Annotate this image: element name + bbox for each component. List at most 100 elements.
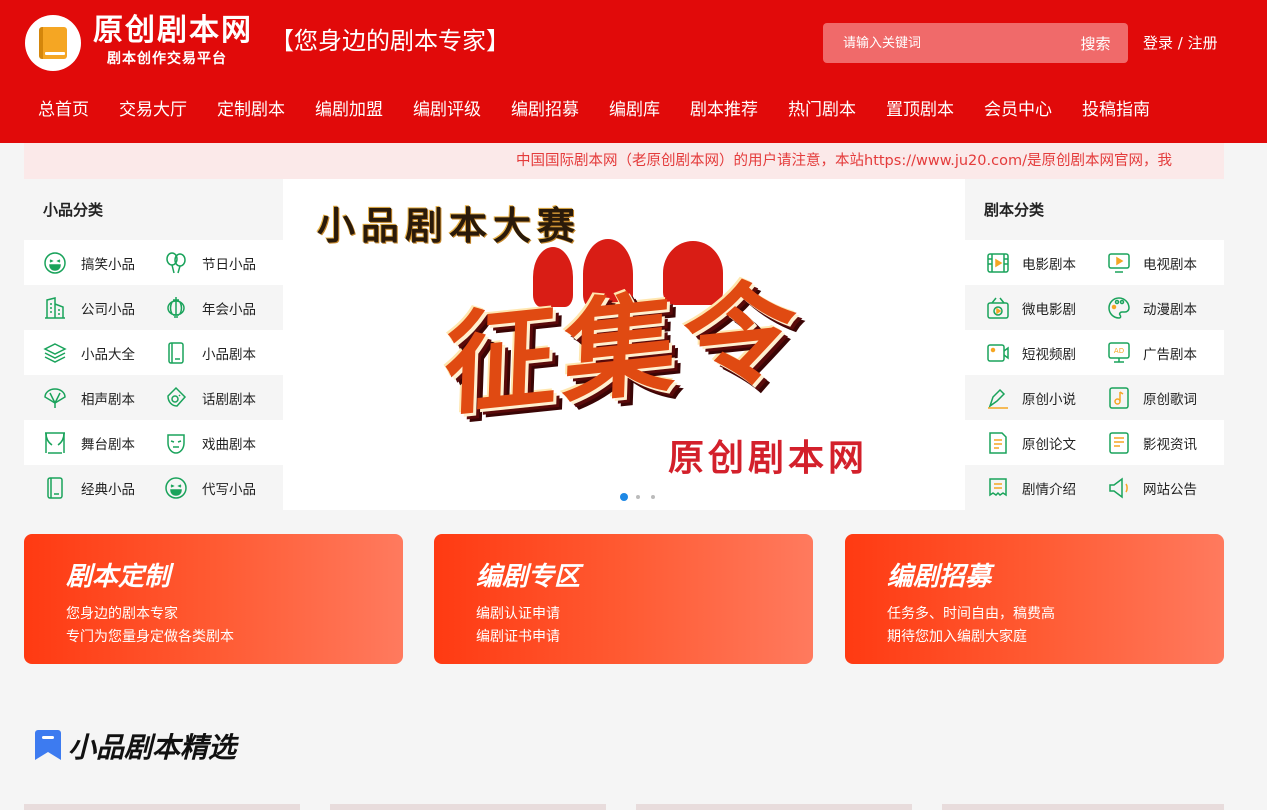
card-title: 编剧招募 <box>887 562 992 592</box>
category-short-video[interactable]: 短视频剧 <box>965 330 1086 375</box>
category-company-skit[interactable]: 公司小品 <box>24 285 145 330</box>
video-camera-icon <box>987 343 1009 362</box>
category-animation-script[interactable]: 动漫剧本 <box>1086 285 1207 330</box>
category-label: 短视频剧 <box>1022 346 1076 363</box>
nav-item-writer-library[interactable]: 编剧库 <box>594 92 675 128</box>
category-tv-script[interactable]: 电视剧本 <box>1086 240 1207 285</box>
category-label: 动漫剧本 <box>1143 301 1197 318</box>
notice-bar: 中国国际剧本网（老原创剧本网）的用户请注意，本站https://www.ju20… <box>24 143 1224 179</box>
login-link[interactable]: 登录 <box>1143 34 1173 52</box>
category-label: 话剧剧本 <box>202 391 256 408</box>
lantern-icon <box>167 296 185 318</box>
palette-icon <box>1108 296 1130 319</box>
category-label: 原创歌词 <box>1143 391 1197 408</box>
script-category-panel: 剧本分类 电影剧本 电视剧本 微电影剧 动漫剧本 短视频剧 AD 广告剧本 原创… <box>965 179 1224 510</box>
auth-separator: / <box>1177 34 1183 52</box>
panel-title: 剧本分类 <box>965 179 1224 240</box>
card-line: 您身边的剧本专家 <box>66 606 178 622</box>
nav-item-hot-scripts[interactable]: 热门剧本 <box>773 92 871 128</box>
category-ghostwrite-skit[interactable]: 代写小品 <box>145 465 266 510</box>
grin-face-icon <box>165 476 187 499</box>
projector-icon <box>987 297 1009 319</box>
carousel-dot[interactable] <box>651 495 655 499</box>
nav-item-trade-hall[interactable]: 交易大厅 <box>104 92 202 128</box>
building-icon <box>45 296 65 319</box>
category-label: 舞台剧本 <box>81 436 135 453</box>
search-input[interactable] <box>823 23 1063 63</box>
stage-curtain-icon <box>45 431 65 454</box>
nav-item-writer-recruit[interactable]: 编剧招募 <box>496 92 594 128</box>
category-label: 原创小说 <box>1022 391 1076 408</box>
tv-icon <box>1108 252 1130 273</box>
category-classic-skit[interactable]: 经典小品 <box>24 465 145 510</box>
card-line: 期待您加入编剧大家庭 <box>887 629 1027 645</box>
category-crosstalk-script[interactable]: 相声剧本 <box>24 375 145 420</box>
category-film-script[interactable]: 电影剧本 <box>965 240 1086 285</box>
category-label: 戏曲剧本 <box>202 436 256 453</box>
book-icon <box>168 341 184 364</box>
category-film-news[interactable]: 影视资讯 <box>1086 420 1207 465</box>
category-label: 公司小品 <box>81 301 135 318</box>
nav-item-custom-script[interactable]: 定制剧本 <box>202 92 300 128</box>
promo-card-writer-recruit[interactable]: 编剧招募 任务多、时间自由，稿费高 期待您加入编剧大家庭 <box>845 534 1224 664</box>
megaphone-icon <box>1109 477 1128 498</box>
category-opera-script[interactable]: 戏曲剧本 <box>145 420 266 465</box>
category-annual-party-skit[interactable]: 年会小品 <box>145 285 266 330</box>
nav-item-pinned-scripts[interactable]: 置顶剧本 <box>871 92 969 128</box>
laugh-face-icon <box>44 251 66 274</box>
bookmark-icon <box>35 730 61 760</box>
category-site-announcement[interactable]: 网站公告 <box>1086 465 1207 510</box>
category-label: 微电影剧 <box>1022 301 1076 318</box>
nav-item-member-center[interactable]: 会员中心 <box>969 92 1067 128</box>
register-link[interactable]: 注册 <box>1188 34 1218 52</box>
category-festival-skit[interactable]: 节日小品 <box>145 240 266 285</box>
content-card-edge <box>636 804 912 810</box>
panel-title: 小品分类 <box>24 179 283 240</box>
category-label: 广告剧本 <box>1143 346 1197 363</box>
carousel-dot[interactable] <box>620 493 628 501</box>
logo-book-icon[interactable] <box>25 15 81 71</box>
notice-text[interactable]: 中国国际剧本网（老原创剧本网）的用户请注意，本站https://www.ju20… <box>516 143 1172 179</box>
promo-card-custom-script[interactable]: 剧本定制 您身边的剧本专家 专门为您量身定做各类剧本 <box>24 534 403 664</box>
banner-brand: 原创剧本网 <box>668 437 869 479</box>
category-original-novel[interactable]: 原创小说 <box>965 375 1086 420</box>
category-label: 小品剧本 <box>202 346 256 363</box>
logo-title[interactable]: 原创剧本网 <box>93 12 253 50</box>
card-line: 编剧证书申请 <box>476 629 560 645</box>
skit-category-panel: 小品分类 搞笑小品 节日小品 公司小品 年会小品 小品大全 小品剧本 相声剧本 … <box>24 179 283 510</box>
category-original-lyrics[interactable]: 原创歌词 <box>1086 375 1207 420</box>
category-label: 代写小品 <box>202 481 256 498</box>
category-skit-script[interactable]: 小品剧本 <box>145 330 266 375</box>
nav-item-writer-join[interactable]: 编剧加盟 <box>300 92 398 128</box>
category-micro-film[interactable]: 微电影剧 <box>965 285 1086 330</box>
category-skit-collection[interactable]: 小品大全 <box>24 330 145 375</box>
category-drama-script[interactable]: 话剧剧本 <box>145 375 266 420</box>
nav-item-home[interactable]: 总首页 <box>24 92 104 128</box>
promo-card-writer-zone[interactable]: 编剧专区 编剧认证申请 编剧证书申请 <box>434 534 813 664</box>
site-header: 原创剧本网 剧本创作交易平台 【您身边的剧本专家】 搜索 登录 / 注册 总首页… <box>0 0 1267 143</box>
nav-item-submission-guide[interactable]: 投稿指南 <box>1067 92 1165 128</box>
category-funny-skit[interactable]: 搞笑小品 <box>24 240 145 285</box>
carousel-dot[interactable] <box>636 495 640 499</box>
card-line: 编剧认证申请 <box>476 606 560 622</box>
film-icon <box>987 252 1009 273</box>
section-title: 小品剧本精选 <box>68 731 237 764</box>
balloons-icon <box>166 251 186 273</box>
category-ad-script[interactable]: AD 广告剧本 <box>1086 330 1207 375</box>
category-label: 搞笑小品 <box>81 256 135 273</box>
pen-icon <box>988 388 1008 409</box>
category-plot-intro[interactable]: 剧情介绍 <box>965 465 1086 510</box>
card-title: 剧本定制 <box>66 562 171 592</box>
category-label: 小品大全 <box>81 346 135 363</box>
category-label: 电影剧本 <box>1022 256 1076 273</box>
category-label: 经典小品 <box>81 481 135 498</box>
hero-banner[interactable]: 小品剧本大赛 征集令 原创剧本网 <box>283 179 965 510</box>
auth-links: 登录 / 注册 <box>1143 32 1218 53</box>
scroll-icon <box>989 477 1007 496</box>
nav-item-writer-rating[interactable]: 编剧评级 <box>398 92 496 128</box>
search-button[interactable]: 搜索 <box>1063 23 1128 63</box>
category-original-paper[interactable]: 原创论文 <box>965 420 1086 465</box>
nav-item-script-recommend[interactable]: 剧本推荐 <box>675 92 773 128</box>
category-label: 剧情介绍 <box>1022 481 1076 498</box>
category-stage-script[interactable]: 舞台剧本 <box>24 420 145 465</box>
